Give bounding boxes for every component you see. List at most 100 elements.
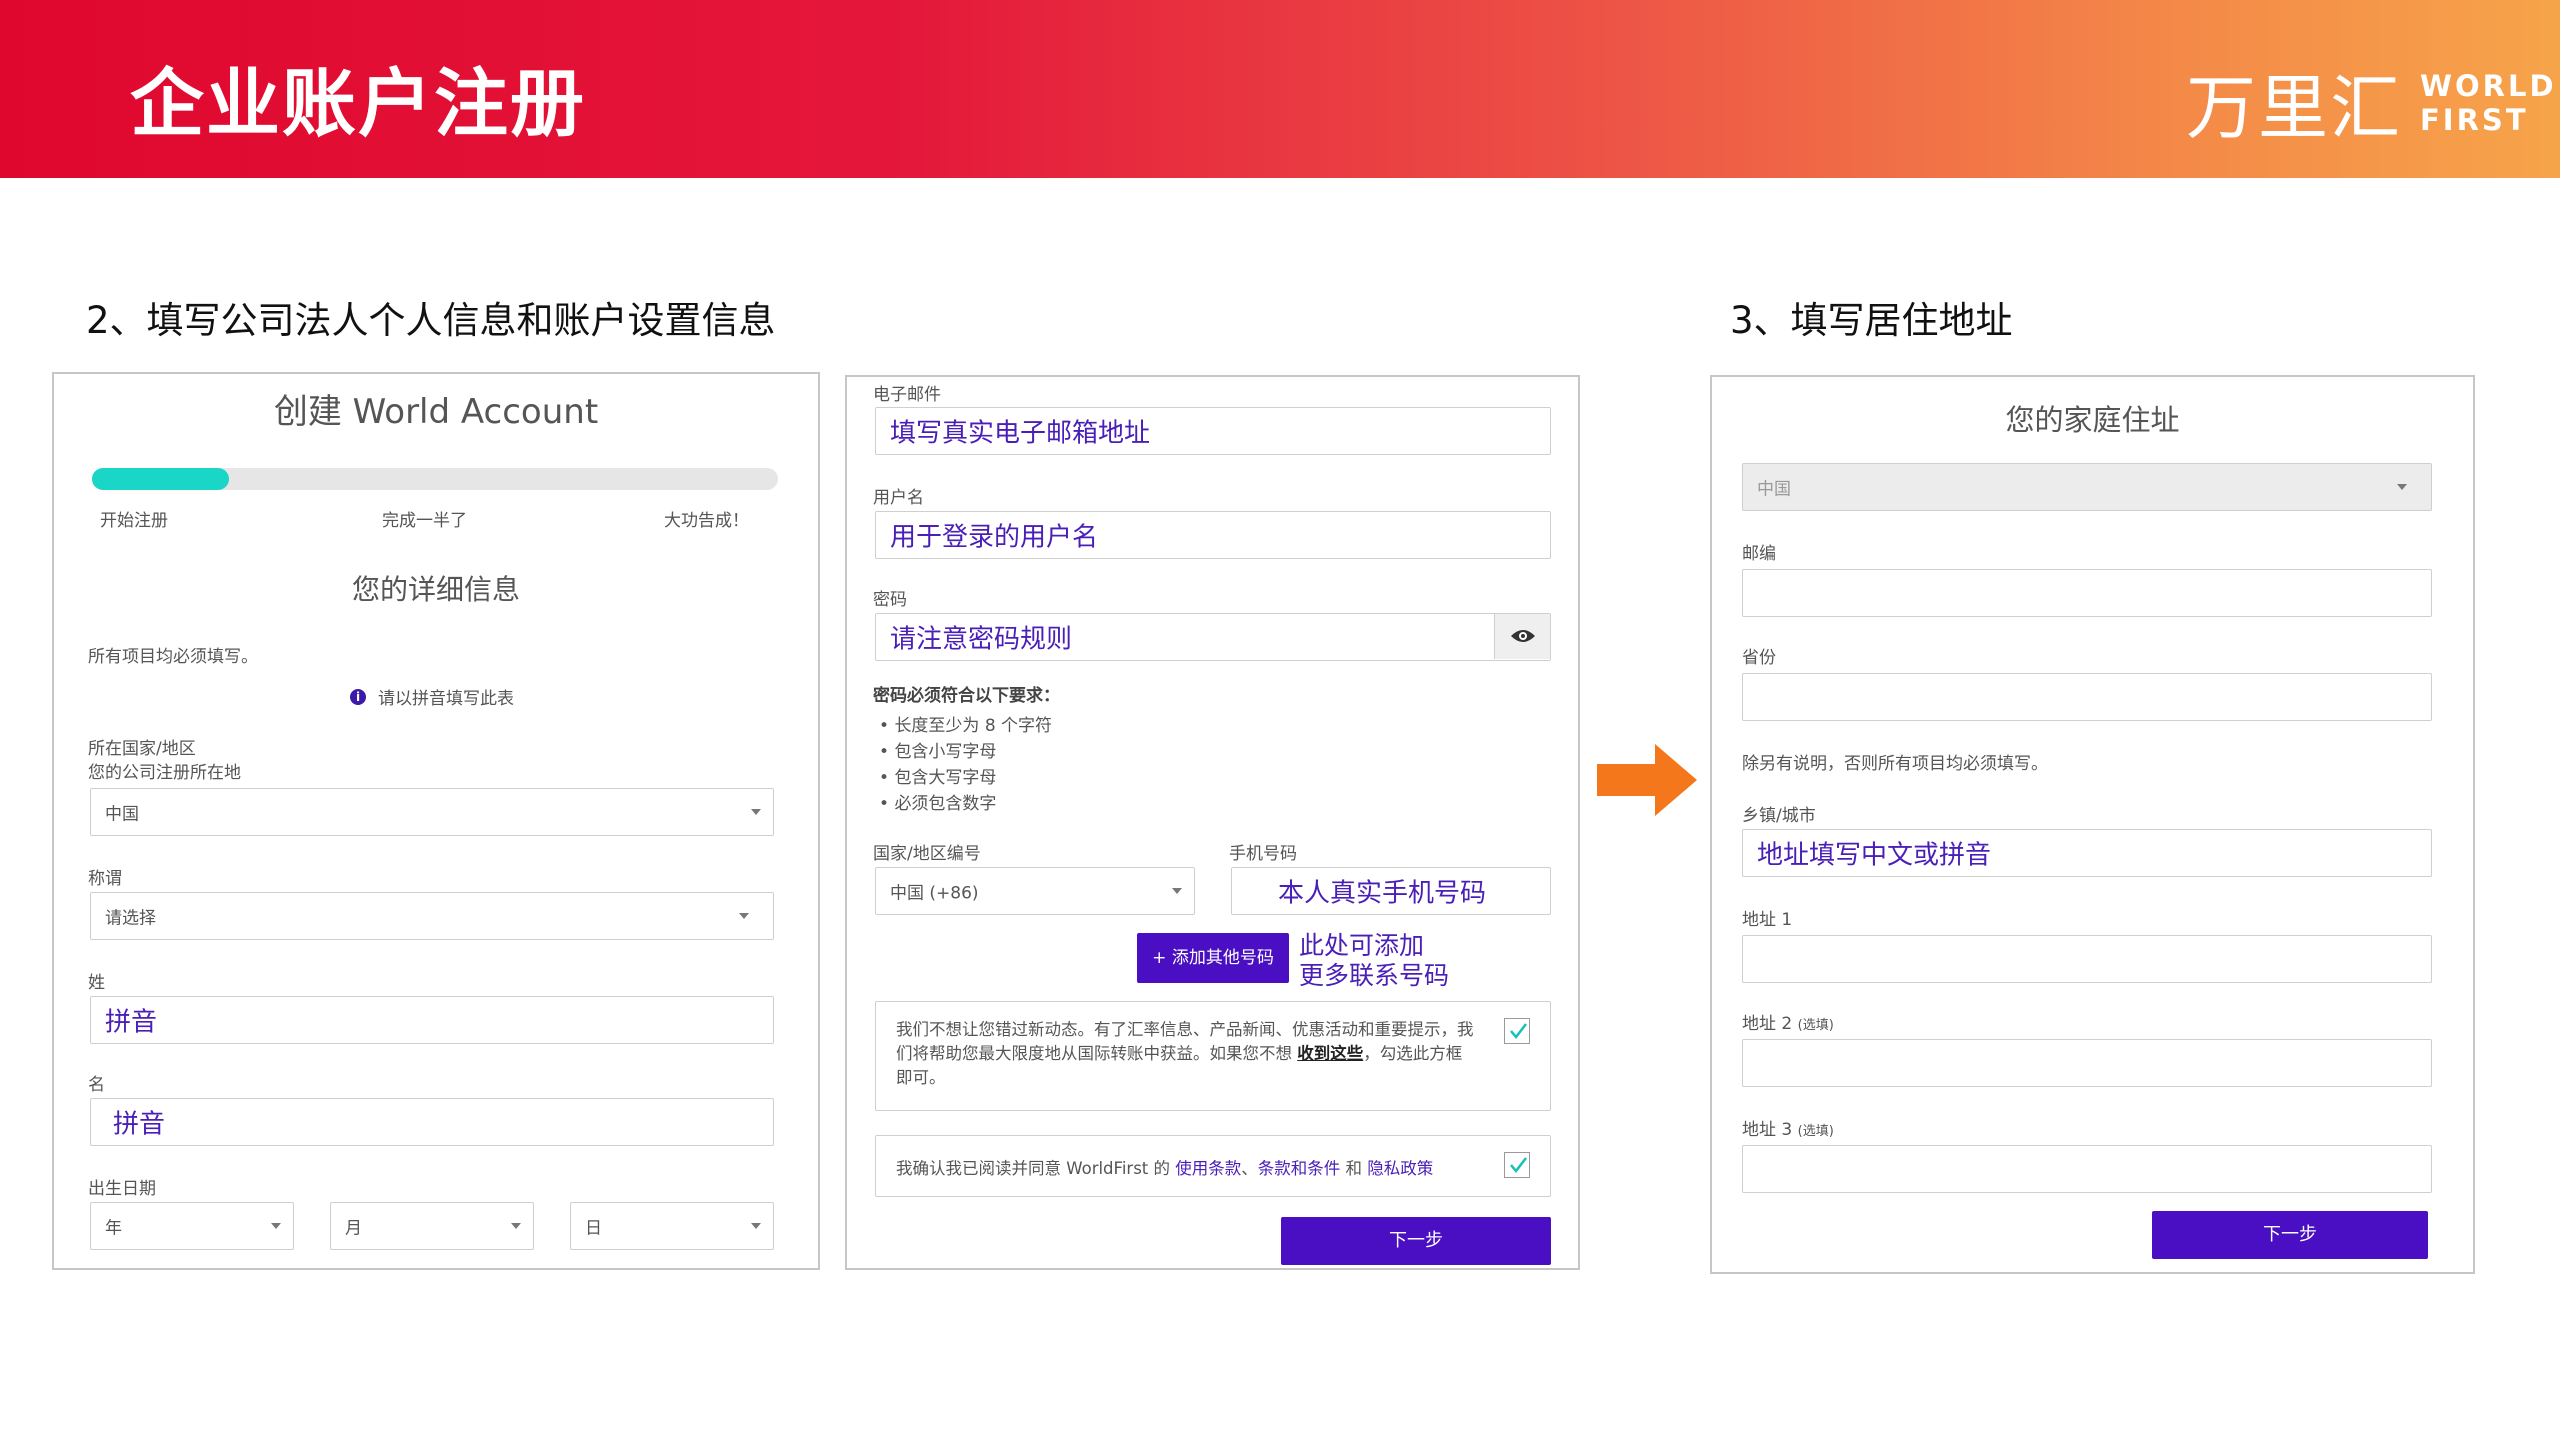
progress-step-start: 开始注册 [100,511,168,531]
address1-input[interactable] [1742,935,2432,983]
postcode-label: 邮编 [1742,544,1776,564]
city-label: 乡镇/城市 [1742,806,1816,826]
step2-title: 2、填写公司法人个人信息和账户设置信息 [86,299,776,342]
chevron-down-icon [751,1223,761,1229]
checkmark-icon [1510,1157,1527,1173]
dob-day-value: 日 [585,1218,602,1239]
password-input[interactable]: 请注意密码规则 [875,613,1551,661]
add-phone-button[interactable]: + 添加其他号码 [1137,933,1289,983]
password-rule-item: • 包含大写字母 [879,768,997,788]
step3-title: 3、填写居住地址 [1730,299,2013,342]
dob-month-select[interactable]: 月 [330,1202,534,1250]
marketing-opt-out-box: 我们不想让您错过新动态。有了汇率信息、产品新闻、优惠活动和重要提示，我们将帮助您… [875,1001,1551,1111]
username-input-value: 用于登录的用户名 [890,522,1099,553]
salutation-select[interactable]: 请选择 [90,892,774,940]
address3-label-text: 地址 3 [1742,1120,1793,1140]
country-select-value: 中国 [105,804,139,825]
page-title: 企业账户注册 [130,61,586,147]
address2-label: 地址 2 (选填) [1742,1009,1834,1034]
password-rule-text: 长度至少为 8 个字符 [894,716,1053,736]
add-phone-annotation: 此处可添加 更多联系号码 [1299,931,1449,991]
surname-input[interactable]: 拼音 [90,996,774,1044]
salutation-select-value: 请选择 [105,908,156,929]
country-code-select[interactable]: 中国 (+86) [875,867,1195,915]
chevron-down-icon [1172,888,1182,894]
password-rule-item: • 必须包含数字 [879,794,997,814]
country-code-label: 国家/地区编号 [873,844,981,864]
address2-input[interactable] [1742,1039,2432,1087]
dob-year-value: 年 [105,1218,122,1239]
terms-text: 我确认我已阅读并同意 WorldFirst 的 使用条款、条款和条件 和 隐私政… [896,1155,1433,1179]
arrow-right-icon [1597,744,1697,816]
country-select[interactable]: 中国 [90,788,774,836]
add-phone-annotation-line: 此处可添加 [1299,931,1425,960]
province-input[interactable] [1742,673,2432,721]
email-label: 电子邮件 [873,385,941,405]
optional-tag: (选填) [1797,1018,1834,1033]
country-code-value: 中国 (+86) [890,883,979,904]
marketing-text-part: 们将帮助您最大限度地从国际转账中获益。如果您不想 [896,1044,1292,1063]
password-rule-text: 包含小写字母 [894,742,997,762]
postcode-input[interactable] [1742,569,2432,617]
marketing-text-bold: 收到这些 [1297,1044,1364,1063]
phone-input[interactable]: 本人真实手机号码 [1231,867,1551,915]
show-password-button[interactable] [1494,614,1550,659]
logo-en-line-2: FIRST [2420,102,2529,137]
username-input[interactable]: 用于登录的用户名 [875,511,1551,559]
country-sublabel: 您的公司注册所在地 [88,763,241,783]
checkmark-icon [1510,1023,1527,1039]
optional-tag: (选填) [1797,1124,1834,1139]
terms-conditions-link[interactable]: 条款和条件 [1258,1159,1341,1178]
account-settings-panel: 电子邮件 填写真实电子邮箱地址 用户名 用于登录的用户名 密码 请注意密码规则 … [845,375,1580,1270]
marketing-text-part: 可。 [912,1068,946,1087]
salutation-label: 称谓 [88,869,122,889]
marketing-text-part: 我们不想让您错过新动态。有了汇率信息、产品新闻、优惠活动和重要提示，我 [896,1020,1474,1039]
address3-input[interactable] [1742,1145,2432,1193]
phone-input-value: 本人真实手机号码 [1278,878,1487,909]
given-name-input[interactable]: 拼音 [90,1098,774,1146]
address1-label: 地址 1 [1742,910,1793,930]
privacy-policy-link[interactable]: 隐私政策 [1367,1159,1433,1178]
marketing-opt-out-checkbox[interactable] [1504,1018,1530,1044]
phone-label: 手机号码 [1229,844,1297,864]
terms-agree-checkbox[interactable] [1504,1152,1530,1178]
details-section-title: 您的详细信息 [351,573,520,606]
add-phone-annotation-line: 更多联系号码 [1299,961,1450,990]
address-country-select[interactable]: 中国 [1742,463,2432,511]
next-button[interactable]: 下一步 [1281,1217,1551,1265]
create-account-heading: 创建 World Account [273,392,599,432]
next-button[interactable]: 下一步 [2152,1211,2428,1259]
info-icon: i [350,688,366,705]
terms-text-part: 我确认我已阅读并同意 WorldFirst 的 [896,1159,1170,1178]
terms-agree-box: 我确认我已阅读并同意 WorldFirst 的 使用条款、条款和条件 和 隐私政… [875,1135,1551,1197]
logo-cn-text: 万里汇 [2186,67,2402,149]
home-address-panel: 您的家庭住址 中国 邮编 省份 除另有说明，否则所有项目均必须填写。 乡镇/城市… [1710,375,2475,1274]
terms-text-part: 、 [1241,1159,1258,1178]
terms-of-use-link[interactable]: 使用条款 [1175,1159,1241,1178]
chevron-down-icon [271,1223,281,1229]
city-input[interactable]: 地址填写中文或拼音 [1742,829,2432,877]
province-label: 省份 [1742,648,1776,668]
address-country-value: 中国 [1757,479,1791,500]
required-note: 所有项目均必须填写。 [88,647,258,667]
given-name-label: 名 [88,1075,105,1095]
terms-text-part: 和 [1345,1159,1363,1178]
chevron-down-icon [511,1223,521,1229]
chevron-down-icon [739,913,749,919]
password-rule-item: • 包含小写字母 [879,742,997,762]
username-label: 用户名 [873,488,924,508]
email-input[interactable]: 填写真实电子邮箱地址 [875,407,1551,455]
given-name-input-value: 拼音 [113,1109,166,1140]
chevron-down-icon [751,809,761,815]
dob-day-select[interactable]: 日 [570,1202,774,1250]
country-label: 所在国家/地区 [88,739,196,759]
progress-bar [92,468,778,490]
pinyin-notice-text: 请以拼音填写此表 [378,689,514,709]
dob-year-select[interactable]: 年 [90,1202,294,1250]
password-input-value: 请注意密码规则 [890,624,1073,655]
chevron-down-icon [2397,484,2407,490]
pinyin-notice: i 请以拼音填写此表 [350,684,514,709]
logo-en-line-1: WORLD [2420,68,2557,103]
progress-step-half: 完成一半了 [382,511,467,531]
logo-en-text: WORLD FIRST [2420,69,2557,137]
